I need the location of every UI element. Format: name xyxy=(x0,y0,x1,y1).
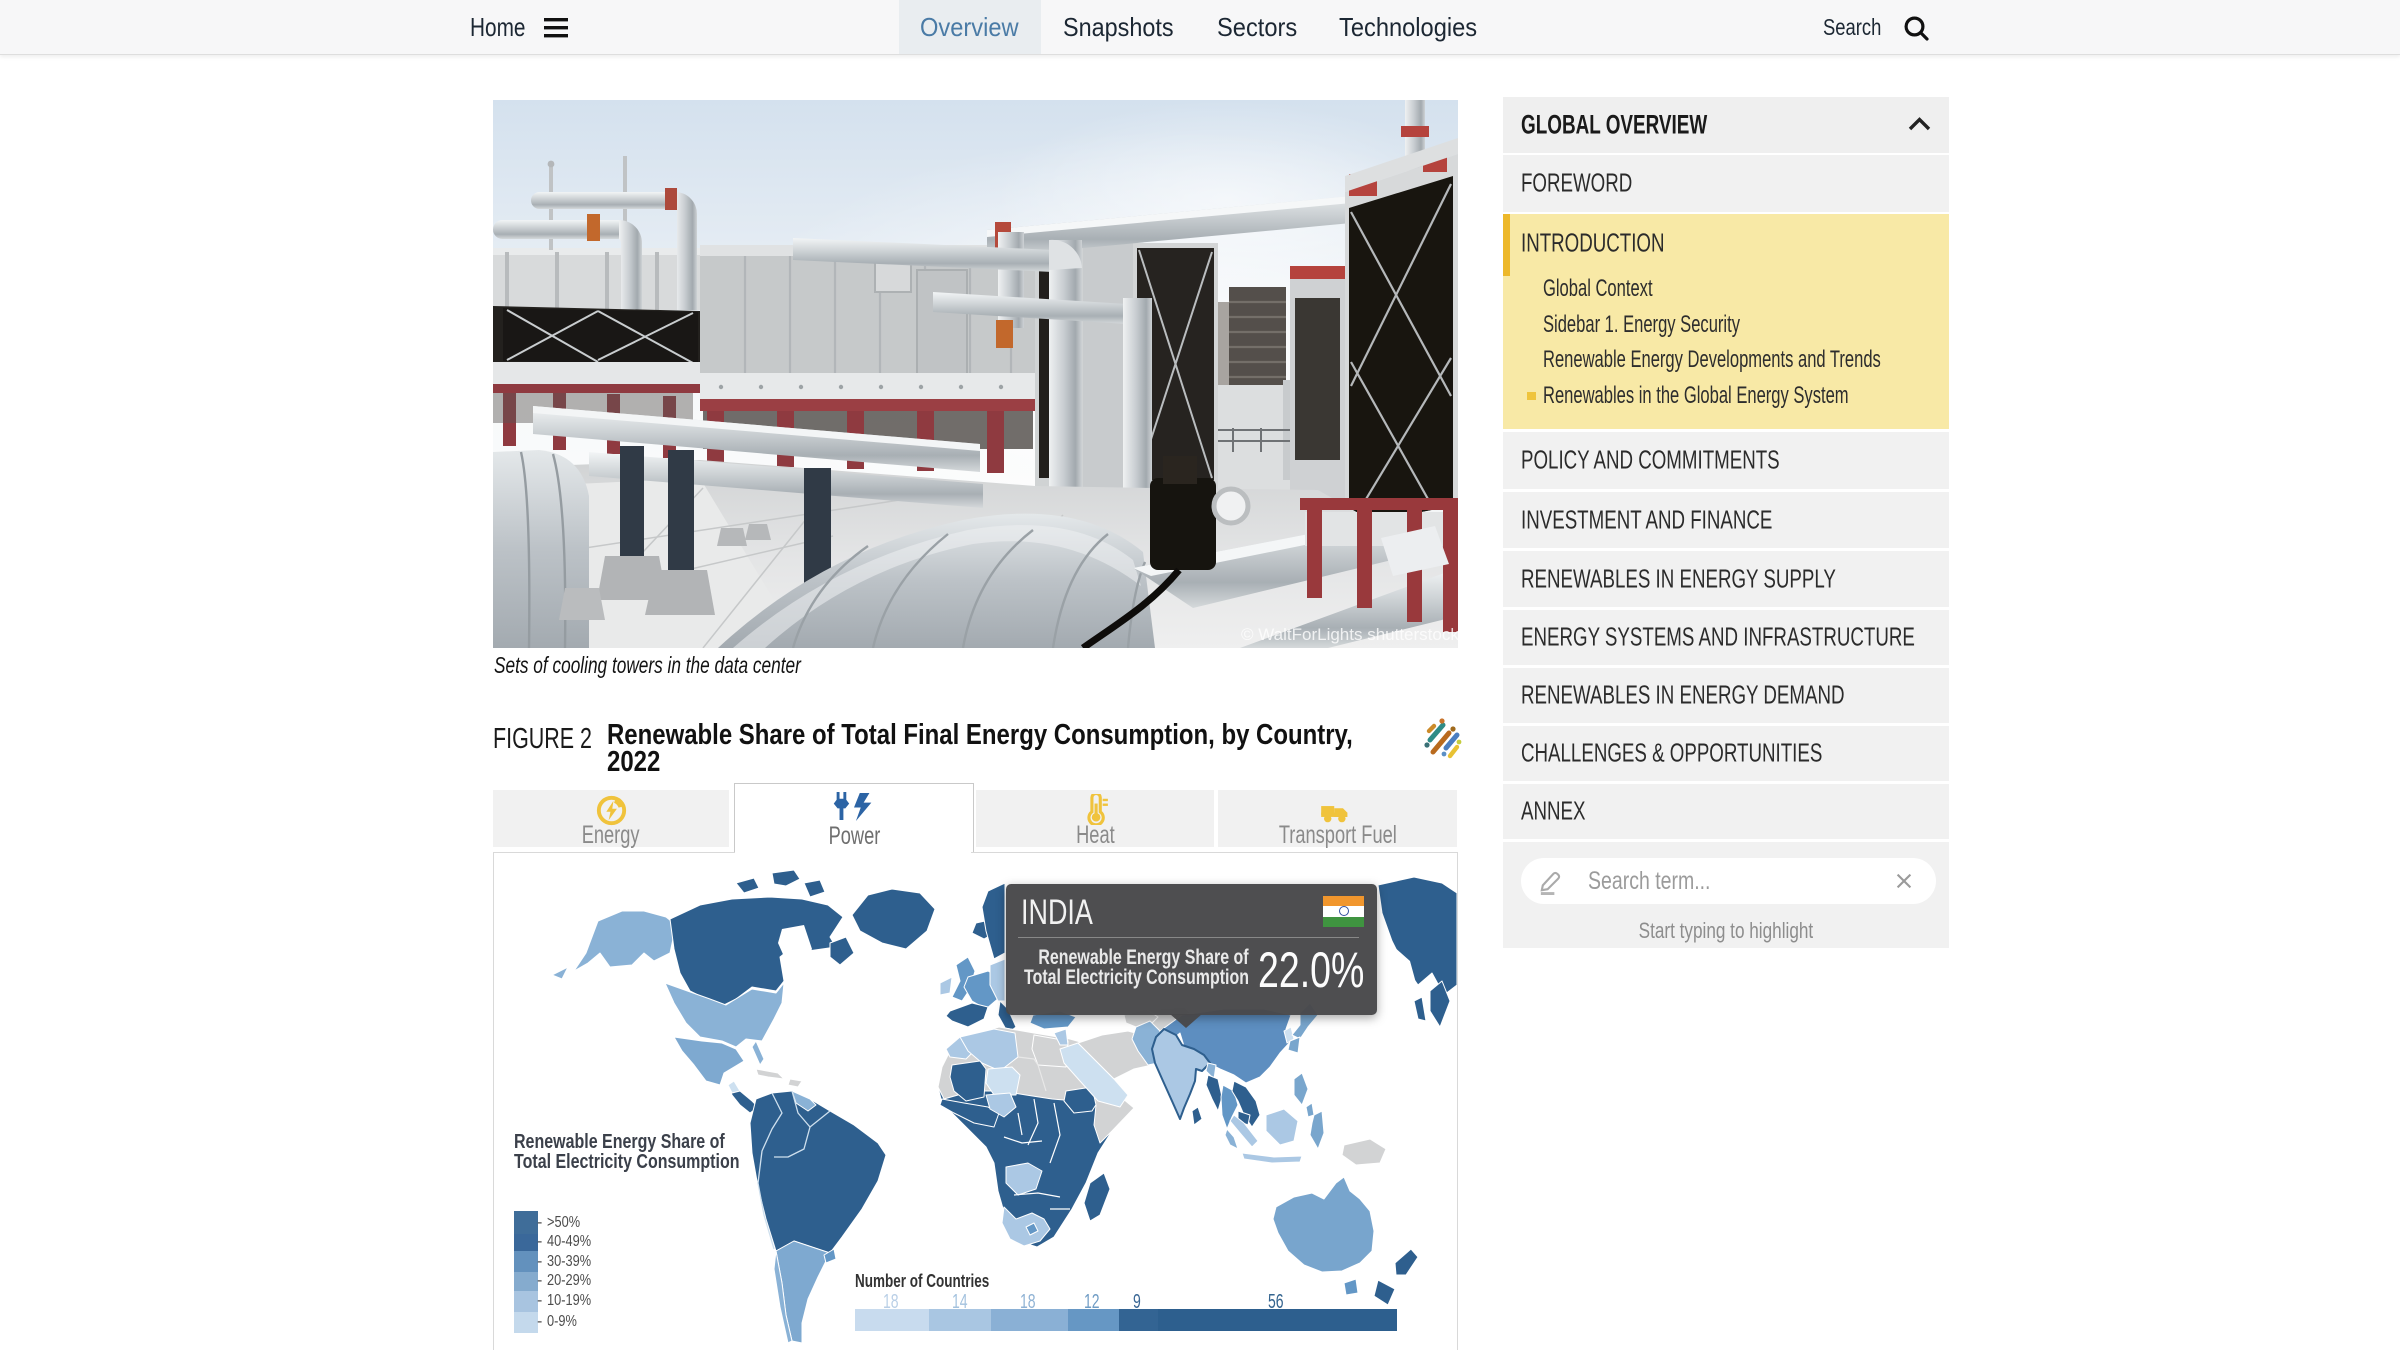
svg-text:© WaltForLights shutterstock.c: © WaltForLights shutterstock.com xyxy=(1241,625,1458,644)
